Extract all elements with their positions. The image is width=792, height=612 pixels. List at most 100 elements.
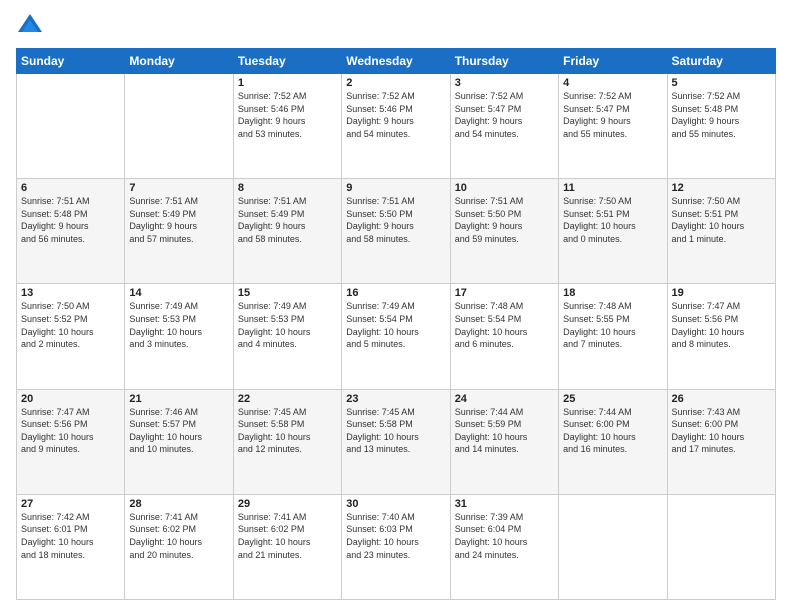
day-number: 2: [346, 77, 445, 89]
day-number: 25: [563, 393, 662, 405]
calendar-cell: [125, 74, 233, 179]
calendar-table: SundayMondayTuesdayWednesdayThursdayFrid…: [16, 48, 776, 600]
calendar-cell: 16Sunrise: 7:49 AM Sunset: 5:54 PM Dayli…: [342, 284, 450, 389]
col-header-monday: Monday: [125, 49, 233, 74]
calendar-cell: 6Sunrise: 7:51 AM Sunset: 5:48 PM Daylig…: [17, 179, 125, 284]
header: [16, 12, 776, 40]
calendar-week-4: 20Sunrise: 7:47 AM Sunset: 5:56 PM Dayli…: [17, 389, 776, 494]
day-info: Sunrise: 7:50 AM Sunset: 5:51 PM Dayligh…: [672, 195, 771, 245]
day-info: Sunrise: 7:40 AM Sunset: 6:03 PM Dayligh…: [346, 511, 445, 561]
logo: [16, 12, 48, 40]
calendar-week-5: 27Sunrise: 7:42 AM Sunset: 6:01 PM Dayli…: [17, 494, 776, 599]
page: SundayMondayTuesdayWednesdayThursdayFrid…: [0, 0, 792, 612]
calendar-cell: 15Sunrise: 7:49 AM Sunset: 5:53 PM Dayli…: [233, 284, 341, 389]
calendar-cell: 26Sunrise: 7:43 AM Sunset: 6:00 PM Dayli…: [667, 389, 775, 494]
calendar-week-2: 6Sunrise: 7:51 AM Sunset: 5:48 PM Daylig…: [17, 179, 776, 284]
day-number: 8: [238, 182, 337, 194]
calendar-cell: 5Sunrise: 7:52 AM Sunset: 5:48 PM Daylig…: [667, 74, 775, 179]
day-info: Sunrise: 7:45 AM Sunset: 5:58 PM Dayligh…: [238, 406, 337, 456]
day-info: Sunrise: 7:49 AM Sunset: 5:53 PM Dayligh…: [238, 300, 337, 350]
day-number: 13: [21, 287, 120, 299]
day-info: Sunrise: 7:46 AM Sunset: 5:57 PM Dayligh…: [129, 406, 228, 456]
calendar-cell: 1Sunrise: 7:52 AM Sunset: 5:46 PM Daylig…: [233, 74, 341, 179]
day-number: 11: [563, 182, 662, 194]
day-number: 26: [672, 393, 771, 405]
calendar-cell: 14Sunrise: 7:49 AM Sunset: 5:53 PM Dayli…: [125, 284, 233, 389]
day-info: Sunrise: 7:50 AM Sunset: 5:52 PM Dayligh…: [21, 300, 120, 350]
calendar-week-1: 1Sunrise: 7:52 AM Sunset: 5:46 PM Daylig…: [17, 74, 776, 179]
day-number: 15: [238, 287, 337, 299]
day-number: 16: [346, 287, 445, 299]
day-number: 7: [129, 182, 228, 194]
day-info: Sunrise: 7:52 AM Sunset: 5:48 PM Dayligh…: [672, 90, 771, 140]
day-info: Sunrise: 7:44 AM Sunset: 5:59 PM Dayligh…: [455, 406, 554, 456]
day-number: 4: [563, 77, 662, 89]
day-number: 22: [238, 393, 337, 405]
calendar-header-row: SundayMondayTuesdayWednesdayThursdayFrid…: [17, 49, 776, 74]
calendar-cell: 13Sunrise: 7:50 AM Sunset: 5:52 PM Dayli…: [17, 284, 125, 389]
day-number: 3: [455, 77, 554, 89]
day-info: Sunrise: 7:52 AM Sunset: 5:47 PM Dayligh…: [455, 90, 554, 140]
col-header-sunday: Sunday: [17, 49, 125, 74]
day-number: 10: [455, 182, 554, 194]
calendar-cell: 25Sunrise: 7:44 AM Sunset: 6:00 PM Dayli…: [559, 389, 667, 494]
calendar-cell: 3Sunrise: 7:52 AM Sunset: 5:47 PM Daylig…: [450, 74, 558, 179]
day-number: 18: [563, 287, 662, 299]
calendar-cell: [667, 494, 775, 599]
day-info: Sunrise: 7:42 AM Sunset: 6:01 PM Dayligh…: [21, 511, 120, 561]
calendar-cell: 11Sunrise: 7:50 AM Sunset: 5:51 PM Dayli…: [559, 179, 667, 284]
day-info: Sunrise: 7:45 AM Sunset: 5:58 PM Dayligh…: [346, 406, 445, 456]
day-info: Sunrise: 7:43 AM Sunset: 6:00 PM Dayligh…: [672, 406, 771, 456]
calendar-cell: 30Sunrise: 7:40 AM Sunset: 6:03 PM Dayli…: [342, 494, 450, 599]
day-info: Sunrise: 7:41 AM Sunset: 6:02 PM Dayligh…: [238, 511, 337, 561]
calendar-cell: 7Sunrise: 7:51 AM Sunset: 5:49 PM Daylig…: [125, 179, 233, 284]
day-number: 14: [129, 287, 228, 299]
day-info: Sunrise: 7:50 AM Sunset: 5:51 PM Dayligh…: [563, 195, 662, 245]
day-number: 6: [21, 182, 120, 194]
calendar-cell: 8Sunrise: 7:51 AM Sunset: 5:49 PM Daylig…: [233, 179, 341, 284]
col-header-tuesday: Tuesday: [233, 49, 341, 74]
day-info: Sunrise: 7:49 AM Sunset: 5:53 PM Dayligh…: [129, 300, 228, 350]
calendar-cell: [559, 494, 667, 599]
calendar-cell: 19Sunrise: 7:47 AM Sunset: 5:56 PM Dayli…: [667, 284, 775, 389]
calendar-cell: 31Sunrise: 7:39 AM Sunset: 6:04 PM Dayli…: [450, 494, 558, 599]
calendar-cell: 12Sunrise: 7:50 AM Sunset: 5:51 PM Dayli…: [667, 179, 775, 284]
day-number: 9: [346, 182, 445, 194]
day-number: 20: [21, 393, 120, 405]
col-header-saturday: Saturday: [667, 49, 775, 74]
day-number: 27: [21, 498, 120, 510]
day-info: Sunrise: 7:48 AM Sunset: 5:54 PM Dayligh…: [455, 300, 554, 350]
calendar-cell: 27Sunrise: 7:42 AM Sunset: 6:01 PM Dayli…: [17, 494, 125, 599]
day-info: Sunrise: 7:39 AM Sunset: 6:04 PM Dayligh…: [455, 511, 554, 561]
calendar-cell: 21Sunrise: 7:46 AM Sunset: 5:57 PM Dayli…: [125, 389, 233, 494]
calendar-cell: 23Sunrise: 7:45 AM Sunset: 5:58 PM Dayli…: [342, 389, 450, 494]
calendar-cell: 10Sunrise: 7:51 AM Sunset: 5:50 PM Dayli…: [450, 179, 558, 284]
calendar-cell: [17, 74, 125, 179]
day-number: 24: [455, 393, 554, 405]
logo-icon: [16, 12, 44, 40]
calendar-cell: 28Sunrise: 7:41 AM Sunset: 6:02 PM Dayli…: [125, 494, 233, 599]
day-info: Sunrise: 7:51 AM Sunset: 5:48 PM Dayligh…: [21, 195, 120, 245]
day-number: 30: [346, 498, 445, 510]
calendar-cell: 22Sunrise: 7:45 AM Sunset: 5:58 PM Dayli…: [233, 389, 341, 494]
day-number: 21: [129, 393, 228, 405]
day-info: Sunrise: 7:51 AM Sunset: 5:50 PM Dayligh…: [346, 195, 445, 245]
day-number: 17: [455, 287, 554, 299]
day-number: 28: [129, 498, 228, 510]
day-info: Sunrise: 7:52 AM Sunset: 5:47 PM Dayligh…: [563, 90, 662, 140]
calendar-cell: 4Sunrise: 7:52 AM Sunset: 5:47 PM Daylig…: [559, 74, 667, 179]
calendar-cell: 29Sunrise: 7:41 AM Sunset: 6:02 PM Dayli…: [233, 494, 341, 599]
calendar-cell: 18Sunrise: 7:48 AM Sunset: 5:55 PM Dayli…: [559, 284, 667, 389]
col-header-wednesday: Wednesday: [342, 49, 450, 74]
day-info: Sunrise: 7:44 AM Sunset: 6:00 PM Dayligh…: [563, 406, 662, 456]
day-number: 23: [346, 393, 445, 405]
calendar-week-3: 13Sunrise: 7:50 AM Sunset: 5:52 PM Dayli…: [17, 284, 776, 389]
day-info: Sunrise: 7:49 AM Sunset: 5:54 PM Dayligh…: [346, 300, 445, 350]
col-header-thursday: Thursday: [450, 49, 558, 74]
day-info: Sunrise: 7:51 AM Sunset: 5:50 PM Dayligh…: [455, 195, 554, 245]
calendar-cell: 20Sunrise: 7:47 AM Sunset: 5:56 PM Dayli…: [17, 389, 125, 494]
day-number: 12: [672, 182, 771, 194]
day-number: 31: [455, 498, 554, 510]
day-info: Sunrise: 7:51 AM Sunset: 5:49 PM Dayligh…: [238, 195, 337, 245]
day-info: Sunrise: 7:51 AM Sunset: 5:49 PM Dayligh…: [129, 195, 228, 245]
